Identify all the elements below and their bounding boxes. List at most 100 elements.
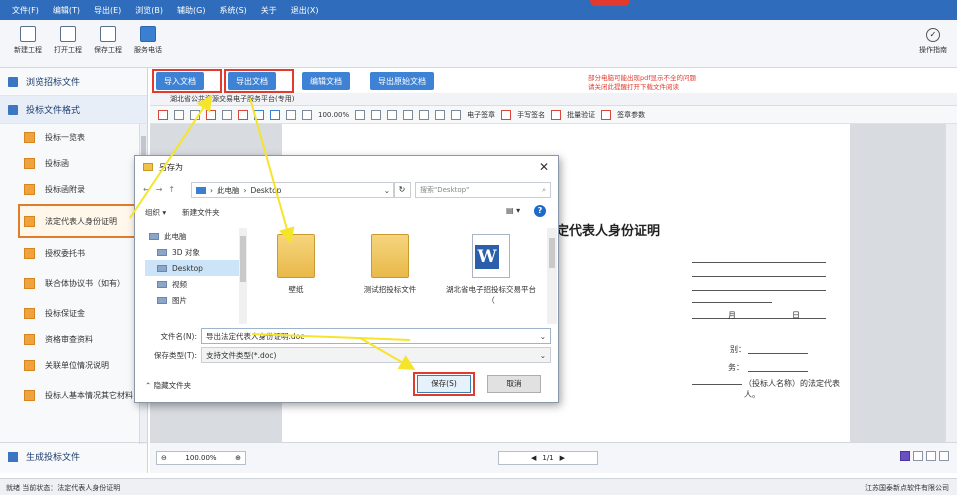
sidebar-item[interactable]: 投标人基本情况其它材料 bbox=[0, 378, 147, 412]
link-icon[interactable] bbox=[435, 109, 446, 120]
tree-item-this-pc[interactable]: 此电脑 bbox=[145, 228, 241, 244]
actual-size-icon[interactable] bbox=[286, 109, 296, 120]
tree-item-videos[interactable]: 视频 bbox=[145, 276, 241, 292]
save-icon[interactable] bbox=[174, 109, 184, 120]
cancel-button[interactable]: 取消 bbox=[487, 375, 541, 393]
hand-sign-icon[interactable] bbox=[501, 109, 512, 120]
zoom-out-icon[interactable] bbox=[302, 109, 312, 120]
select-icon[interactable] bbox=[222, 109, 232, 120]
search-icon[interactable] bbox=[403, 109, 414, 120]
generate-icon bbox=[8, 451, 18, 462]
continuous-view-icon[interactable] bbox=[913, 451, 923, 461]
fit-page-icon[interactable] bbox=[254, 109, 264, 120]
zoom-in-icon[interactable] bbox=[355, 109, 366, 120]
back-icon[interactable]: ← bbox=[143, 185, 150, 194]
open-project-button[interactable]: 打开工程 bbox=[46, 26, 90, 55]
menu-edit[interactable]: 编辑(T) bbox=[53, 5, 80, 16]
batch-verify-label[interactable]: 批量验证 bbox=[567, 110, 595, 120]
sidebar-item[interactable]: 授权委托书 bbox=[0, 240, 147, 266]
sign-params-icon[interactable] bbox=[601, 109, 612, 120]
sidebar-item[interactable]: 关联单位情况说明 bbox=[0, 352, 147, 378]
menu-about[interactable]: 关于 bbox=[261, 5, 277, 16]
sidebar-item[interactable]: 投标函 bbox=[0, 150, 147, 176]
tree-item-desktop[interactable]: Desktop bbox=[145, 260, 241, 276]
first-page-icon[interactable] bbox=[190, 109, 200, 120]
hand-tool-icon[interactable] bbox=[206, 109, 216, 120]
files-scrollbar[interactable] bbox=[547, 228, 557, 324]
print-icon[interactable] bbox=[158, 109, 168, 120]
tree-item-3d[interactable]: 3D 对象 bbox=[145, 244, 241, 260]
menu-export[interactable]: 导出(E) bbox=[94, 5, 121, 16]
zoom-out-button[interactable]: ⊖ bbox=[161, 454, 167, 462]
view-options-icon[interactable]: ▤ ▾ bbox=[506, 206, 528, 218]
highlight-icon[interactable] bbox=[387, 109, 398, 120]
filetype-dropdown-icon[interactable]: ⌄ bbox=[540, 351, 546, 360]
sidebar-bid-format[interactable]: 投标文件格式 bbox=[0, 96, 147, 124]
sidebar-browse-tender[interactable]: 浏览招标文件 bbox=[0, 68, 147, 96]
filetype-select[interactable]: 支持文件类型(*.doc) ⌄ bbox=[201, 347, 551, 363]
service-phone-button[interactable]: 服务电话 bbox=[126, 26, 170, 55]
import-highlight-box bbox=[152, 69, 222, 93]
menu-browse[interactable]: 浏览(B) bbox=[135, 5, 163, 16]
sidebar-item[interactable]: 投标函附录 bbox=[0, 176, 147, 202]
verify-icon[interactable] bbox=[419, 109, 430, 120]
filename-dropdown-icon[interactable]: ⌄ bbox=[540, 332, 546, 341]
document-scrollbar[interactable] bbox=[945, 124, 957, 442]
menu-exit[interactable]: 退出(X) bbox=[291, 5, 319, 16]
fit-width-icon[interactable] bbox=[270, 109, 280, 120]
export-original-button[interactable]: 导出原始文档 bbox=[370, 72, 434, 90]
search-placeholder: 搜索"Desktop" bbox=[420, 186, 470, 194]
hand-sign-label[interactable]: 手写签名 bbox=[517, 110, 545, 120]
help-guide-button[interactable]: ✓ 操作指南 bbox=[917, 28, 949, 55]
file-item-wallpaper[interactable]: 壁纸 bbox=[255, 234, 337, 295]
file-item-test-bids[interactable]: 测试招投标文件 bbox=[349, 234, 431, 295]
address-bar[interactable]: › 此电脑 › Desktop ⌄ bbox=[191, 182, 395, 198]
sidebar-item[interactable]: 投标保证金 bbox=[0, 300, 147, 326]
organize-button[interactable]: 组织 ▾ bbox=[145, 207, 166, 218]
e-sign-label[interactable]: 电子签章 bbox=[467, 110, 495, 120]
pdf-toolbar: 100.00% 电子签章 手写签名 批量验证 签章参数 bbox=[150, 106, 957, 124]
sidebar-generate[interactable]: 生成投标文件 bbox=[0, 442, 148, 470]
edit-doc-button[interactable]: 编辑文档 bbox=[302, 72, 350, 90]
path-this-pc[interactable]: 此电脑 bbox=[217, 185, 240, 196]
hide-folders-toggle[interactable]: ⌃ 隐藏文件夹 bbox=[145, 380, 191, 391]
refresh-button[interactable]: ↻ bbox=[393, 182, 411, 198]
filename-input[interactable]: 导出法定代表人身份证明.doc ⌄ bbox=[201, 328, 551, 344]
tree-scrollbar[interactable] bbox=[239, 228, 247, 324]
batch-verify-icon[interactable] bbox=[551, 109, 562, 120]
page-navigator[interactable]: ◀ 1/1 ▶ bbox=[498, 451, 598, 465]
dialog-close-button[interactable]: ✕ bbox=[536, 159, 552, 175]
file-item-hubei-doc[interactable]: W 湖北省电子招投标交易平台（ bbox=[443, 234, 539, 306]
image-icon[interactable] bbox=[238, 109, 248, 120]
help-icon[interactable]: ? bbox=[534, 205, 546, 217]
files-scroll-thumb[interactable] bbox=[549, 238, 555, 268]
zoom-control[interactable]: ⊖ 100.00% ⊕ bbox=[156, 451, 246, 465]
annotate-icon[interactable] bbox=[371, 109, 382, 120]
single-page-view-icon[interactable] bbox=[900, 451, 910, 461]
next-page-icon[interactable]: ▶ bbox=[560, 454, 565, 462]
sidebar-item[interactable]: 联合体协议书（如有） bbox=[0, 266, 147, 300]
facing-view-icon[interactable] bbox=[926, 451, 936, 461]
cover-view-icon[interactable] bbox=[939, 451, 949, 461]
new-folder-button[interactable]: 新建文件夹 bbox=[182, 207, 220, 218]
menu-system[interactable]: 系统(S) bbox=[219, 5, 246, 16]
sidebar-item-legal-rep[interactable]: 法定代表人身份证明 bbox=[18, 204, 143, 238]
menu-assist[interactable]: 辅助(G) bbox=[177, 5, 205, 16]
search-box[interactable]: 搜索"Desktop" ⌕ bbox=[415, 182, 551, 198]
document-icon bbox=[24, 215, 35, 227]
menu-file[interactable]: 文件(F) bbox=[12, 5, 39, 16]
sidebar-item[interactable]: 资格审查资料 bbox=[0, 326, 147, 352]
new-project-button[interactable]: 新建工程 bbox=[6, 26, 50, 55]
e-sign-icon[interactable] bbox=[451, 109, 462, 120]
sidebar-item[interactable]: 投标一览表 bbox=[0, 124, 147, 150]
prev-page-icon[interactable]: ◀ bbox=[531, 454, 536, 462]
save-project-button[interactable]: 保存工程 bbox=[86, 26, 130, 55]
sign-params-label[interactable]: 签章参数 bbox=[617, 110, 645, 120]
tree-scroll-thumb[interactable] bbox=[240, 236, 246, 282]
status-bar: 就绪 当前状态：法定代表人身份证明 江苏国泰新点软件有限公司 bbox=[0, 478, 957, 495]
tree-item-pictures[interactable]: 图片 bbox=[145, 292, 241, 308]
up-icon[interactable]: ↑ bbox=[168, 185, 175, 194]
forward-icon[interactable]: → bbox=[156, 185, 163, 194]
zoom-in-button[interactable]: ⊕ bbox=[235, 454, 241, 462]
path-desktop[interactable]: Desktop bbox=[251, 186, 282, 195]
